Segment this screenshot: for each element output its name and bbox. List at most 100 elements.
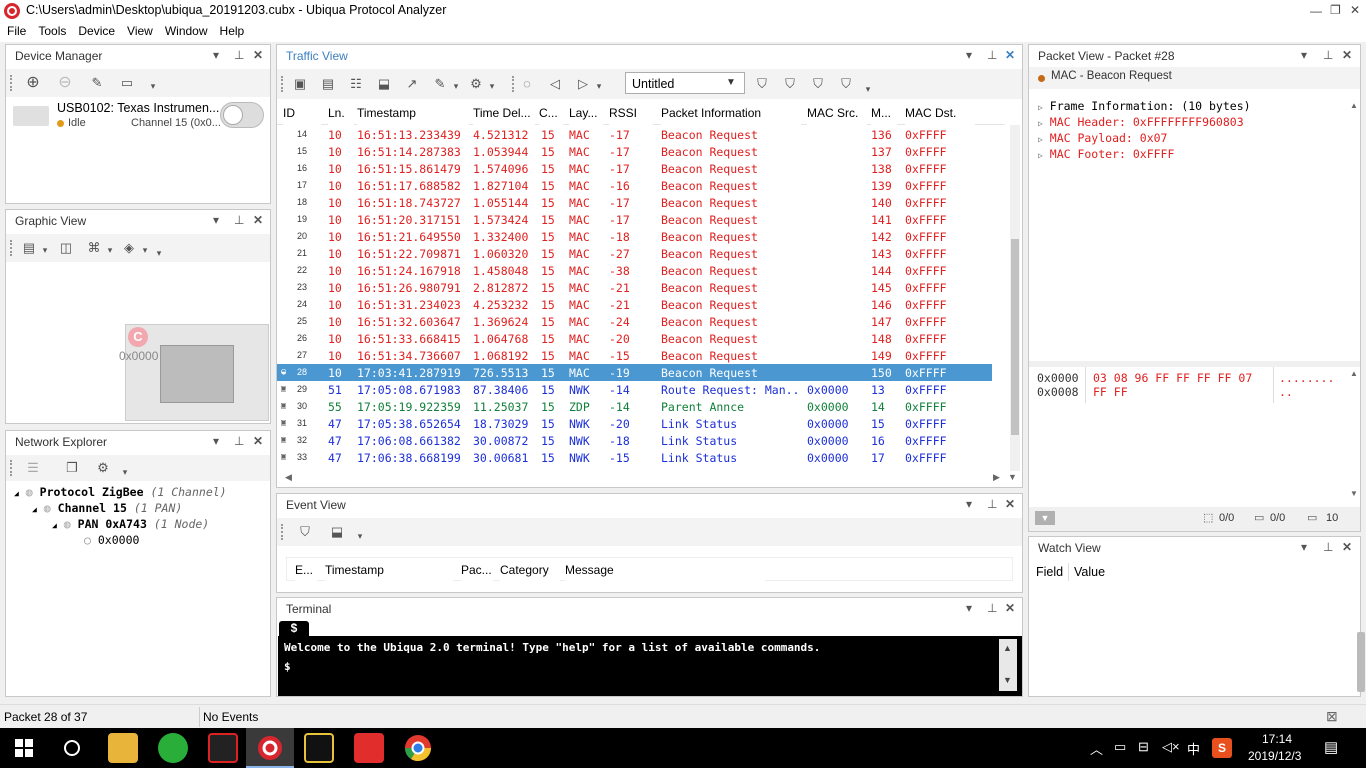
device-row[interactable]: USB0102: Texas Instrumen... Idle Channel… bbox=[6, 98, 270, 132]
clock-date[interactable]: 2019/12/3 bbox=[1248, 749, 1301, 763]
vertical-scrollbar[interactable] bbox=[1010, 125, 1020, 471]
qq-icon[interactable] bbox=[208, 733, 238, 763]
chevron-down-icon[interactable]: ▾ bbox=[966, 601, 972, 615]
expand-icon[interactable]: ▷ bbox=[1038, 135, 1043, 144]
close-icon[interactable]: ✕ bbox=[1342, 48, 1352, 62]
col-time-delta[interactable]: Time Del... bbox=[473, 101, 535, 125]
expand-icon[interactable]: ▷ bbox=[1038, 103, 1043, 112]
pin-icon[interactable]: ⊥ bbox=[234, 434, 244, 448]
pin-icon[interactable]: ⊥ bbox=[1323, 540, 1333, 554]
hex-ascii[interactable]: ........ .. bbox=[1279, 371, 1334, 399]
chevron-down-icon[interactable]: ▾ bbox=[213, 48, 219, 62]
tree-frame-info[interactable]: ▷ Frame Information: (10 bytes) bbox=[1038, 99, 1251, 113]
remove-filter-icon[interactable]: ⛉ bbox=[809, 75, 827, 93]
table-row[interactable]: 17 10 16:51:17.688582 1.827104 15 MAC -16 Beaco… bbox=[277, 177, 992, 194]
close-icon[interactable]: ✕ bbox=[1342, 540, 1352, 554]
table-row[interactable]: 14 10 16:51:13.233439 4.521312 15 MAC -17 Beaco… bbox=[277, 127, 992, 143]
table-row[interactable]: 20 10 16:51:21.649550 1.332400 15 MAC -18 Beaco… bbox=[277, 228, 992, 245]
chevron-down-icon[interactable]: ▾ bbox=[966, 497, 972, 511]
export-icon[interactable]: ⬓ bbox=[328, 523, 346, 541]
tree-mac-footer[interactable]: ▷ MAC Footer: 0xFFFF bbox=[1038, 147, 1174, 161]
pin-icon[interactable]: ⊥ bbox=[987, 48, 997, 62]
coordinator-node-icon[interactable]: C bbox=[128, 327, 148, 347]
capture-toggle[interactable] bbox=[220, 102, 264, 128]
share-icon[interactable]: ↗ bbox=[403, 75, 421, 93]
sogou-icon[interactable]: S bbox=[1212, 738, 1232, 758]
tree-scrollbar[interactable]: ▲ bbox=[1349, 101, 1359, 357]
menu-help[interactable]: Help bbox=[214, 22, 251, 38]
table-row[interactable]: 27 10 16:51:34.736607 1.068192 15 MAC -15 Beaco… bbox=[277, 347, 992, 364]
hex-bytes[interactable]: 03 08 96 FF FF FF FF 07 FF FF bbox=[1093, 371, 1252, 399]
col-rssi[interactable]: RSSI bbox=[609, 101, 653, 125]
copy-icon[interactable]: ❐ bbox=[63, 459, 81, 477]
traffic-table-body[interactable]: 14 10 16:51:13.233439 4.521312 15 MAC -17 Beaco… bbox=[277, 127, 1005, 467]
add-device-icon[interactable]: ⊕ bbox=[24, 74, 42, 92]
terminal-prompt[interactable]: $ bbox=[284, 660, 1022, 673]
expand-icon[interactable]: ▷ bbox=[1038, 151, 1043, 160]
col-category[interactable]: Category bbox=[500, 558, 560, 582]
network-status-icon[interactable]: ⊠ bbox=[1326, 708, 1338, 725]
col-layer[interactable]: Lay... bbox=[569, 101, 603, 125]
expand-icon[interactable]: ◢ bbox=[32, 505, 37, 514]
filter-icon[interactable]: ⛉ bbox=[296, 523, 314, 541]
previous-comment-icon[interactable]: ◁ bbox=[546, 75, 564, 93]
chevron-down-icon[interactable]: ▼ bbox=[726, 77, 736, 88]
chrome-icon[interactable] bbox=[404, 734, 432, 762]
table-row[interactable]: 16 10 16:51:15.861479 1.574096 15 MAC -17 Beaco… bbox=[277, 160, 992, 177]
chevron-down-icon[interactable]: ▾ bbox=[590, 77, 608, 95]
table-row[interactable]: 22 10 16:51:24.167918 1.458048 15 MAC -38 Beaco… bbox=[277, 262, 992, 279]
table-row[interactable]: 25 10 16:51:32.603647 1.369624 15 MAC -24 Beaco… bbox=[277, 313, 992, 330]
comment-icon[interactable]: ◌ bbox=[518, 75, 536, 93]
col-field[interactable]: Field bbox=[1036, 565, 1063, 579]
toolbar-overflow-icon[interactable]: ▾ bbox=[859, 80, 877, 98]
add-filter-icon[interactable]: ⛉ bbox=[781, 75, 799, 93]
remove-device-icon[interactable]: ⊖ bbox=[56, 74, 74, 92]
tree-mac-payload[interactable]: ▷ MAC Payload: 0x07 bbox=[1038, 131, 1167, 145]
close-icon[interactable]: ✕ bbox=[1005, 48, 1015, 62]
file-explorer-icon[interactable] bbox=[108, 733, 138, 763]
chevron-down-icon[interactable]: ▾ bbox=[213, 213, 219, 227]
col-length[interactable]: Ln. bbox=[328, 101, 354, 125]
maximize-button[interactable]: ❐ bbox=[1330, 3, 1341, 17]
windows-start-icon[interactable] bbox=[15, 739, 33, 757]
close-icon[interactable]: ✕ bbox=[253, 48, 263, 62]
col-timestamp[interactable]: Timestamp bbox=[325, 558, 453, 582]
table-row[interactable]: ▣ 32 47 17:06:08.661382 30.00872 15 NWK -18 Link… bbox=[277, 432, 992, 449]
scroll-down-icon[interactable]: ▼ bbox=[1008, 472, 1017, 482]
ubiqua-taskbar-button[interactable] bbox=[246, 728, 294, 768]
chevron-down-icon[interactable]: ▾ bbox=[447, 77, 465, 95]
table-row[interactable]: ▣ 31 47 17:05:38.652654 18.73029 15 NWK -20 Link… bbox=[277, 415, 992, 432]
minimize-button[interactable]: — bbox=[1310, 4, 1322, 18]
scrollbar-thumb[interactable] bbox=[1011, 239, 1019, 435]
toolbar-overflow-icon[interactable]: ▾ bbox=[144, 77, 162, 95]
table-row[interactable]: ◒ 28 10 17:03:41.287919 726.5513 15 MAC -19 Beac… bbox=[277, 364, 992, 381]
tree-node-device[interactable]: ○ 0x0000 bbox=[84, 533, 139, 547]
window-icon[interactable]: ▭ bbox=[118, 74, 136, 92]
resize-grip[interactable] bbox=[1357, 632, 1365, 692]
clean-icon[interactable]: ✎ bbox=[88, 74, 106, 92]
filter-icon[interactable]: ⛉ bbox=[753, 75, 771, 93]
pin-icon[interactable]: ⊥ bbox=[987, 601, 997, 615]
col-mac-dst[interactable]: MAC Dst. bbox=[905, 101, 975, 125]
scroll-up-icon[interactable]: ▲ bbox=[1003, 643, 1012, 653]
filter-combo[interactable]: Untitled ▼ bbox=[625, 72, 745, 94]
expand-icon[interactable]: ▷ bbox=[1038, 119, 1043, 128]
tree-node-channel[interactable]: ◢ ◍ Channel 15 (1 PAN) bbox=[32, 501, 182, 515]
export-icon[interactable]: ⬓ bbox=[375, 75, 393, 93]
ime-indicator[interactable]: 中 bbox=[1187, 739, 1200, 758]
table-row[interactable]: 21 10 16:51:22.709871 1.060320 15 MAC -27 Beaco… bbox=[277, 245, 992, 262]
pin-icon[interactable]: ⊥ bbox=[234, 48, 244, 62]
close-icon[interactable]: ✕ bbox=[1005, 497, 1015, 511]
scroll-down-icon[interactable]: ▼ bbox=[1003, 675, 1012, 685]
splitter[interactable] bbox=[1029, 361, 1360, 367]
toolbar-overflow-icon[interactable]: ▾ bbox=[351, 527, 369, 545]
open-file-icon[interactable]: ▣ bbox=[291, 75, 309, 93]
chevron-down-icon[interactable]: ▾ bbox=[36, 241, 54, 259]
scroll-right-icon[interactable]: ▶ bbox=[993, 472, 1000, 483]
menu-window[interactable]: Window bbox=[159, 22, 214, 38]
list-icon[interactable]: ☰ bbox=[24, 459, 42, 477]
scroll-down-icon[interactable]: ▼ bbox=[1350, 489, 1358, 498]
table-row[interactable]: 19 10 16:51:20.317151 1.573424 15 MAC -17 Beaco… bbox=[277, 211, 992, 228]
hex-ascii-row[interactable]: .. bbox=[1279, 385, 1334, 399]
chevron-down-icon[interactable]: ▾ bbox=[1301, 540, 1307, 554]
